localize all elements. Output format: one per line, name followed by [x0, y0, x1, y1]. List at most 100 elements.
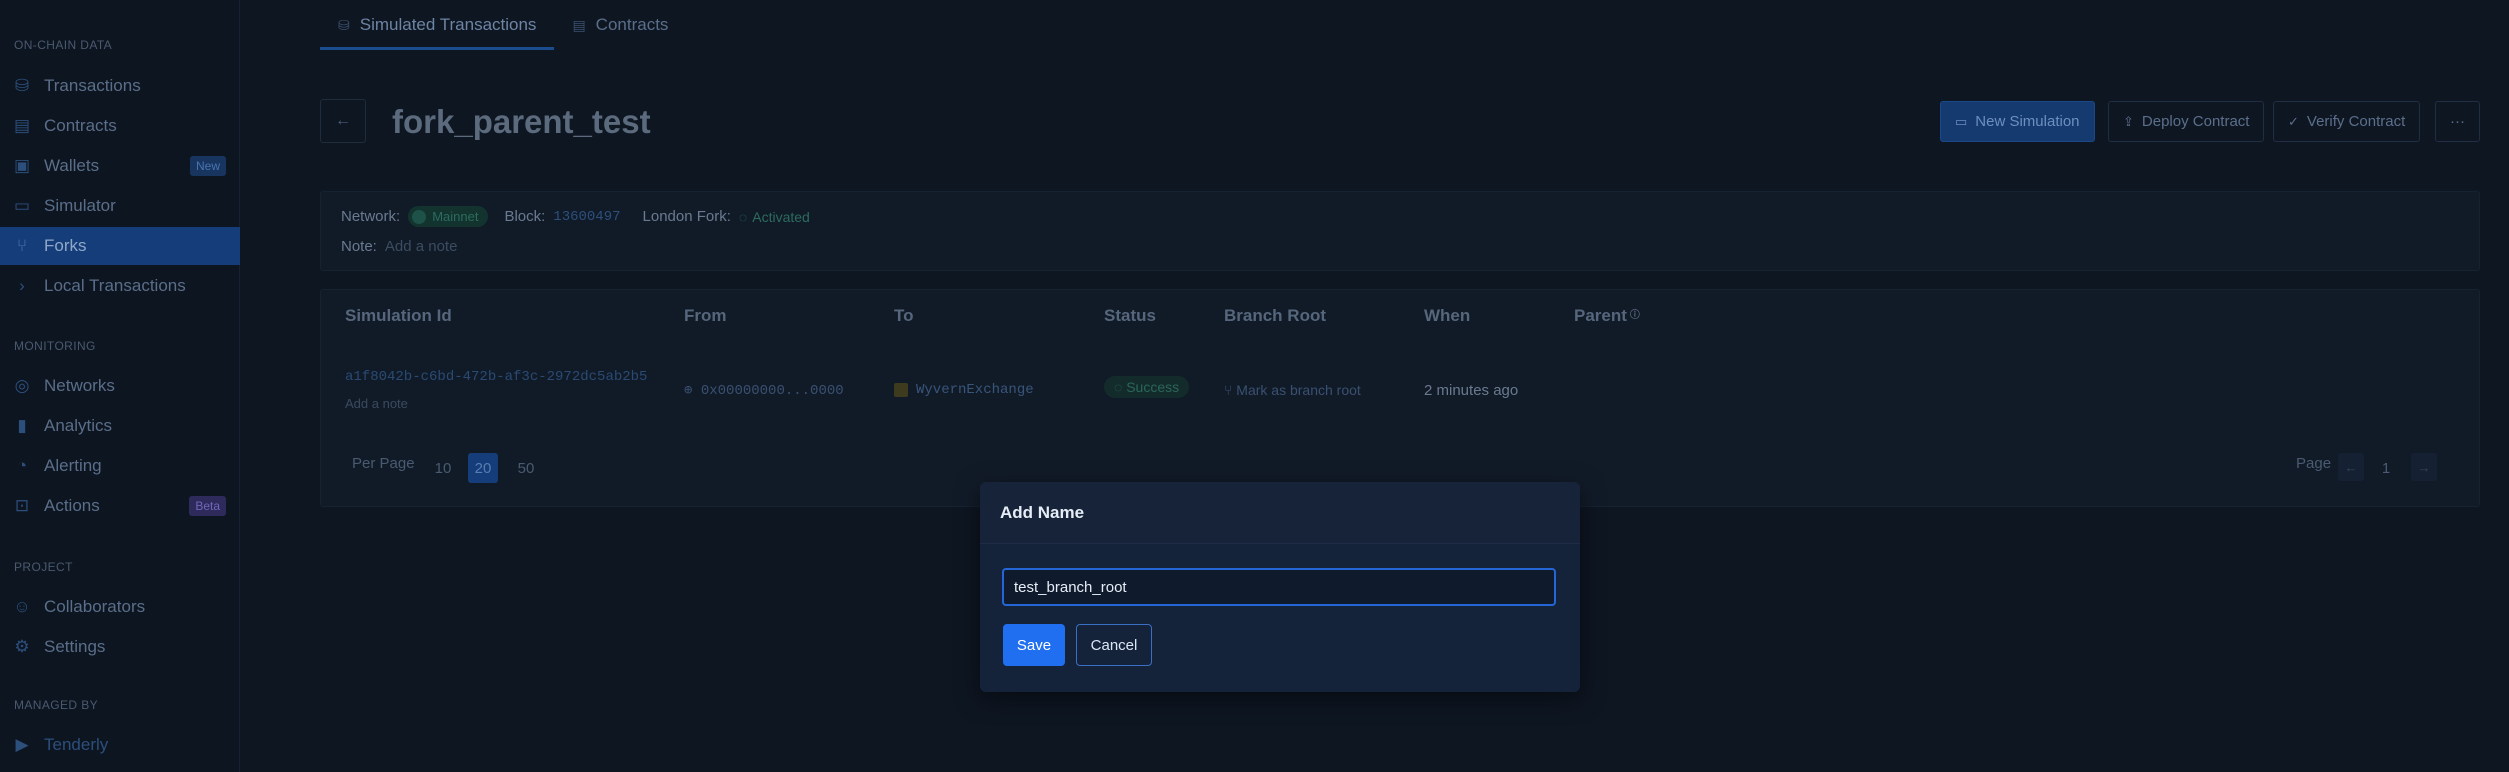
column-header-label: Parent	[1574, 306, 1627, 325]
column-header-parent: Parent ⓘ	[1574, 306, 1640, 326]
cancel-button[interactable]: Cancel	[1076, 624, 1152, 666]
contract-icon	[894, 383, 908, 397]
sidebar-item-transactions[interactable]: ⛁ Transactions	[0, 67, 240, 105]
sidebar-item-actions[interactable]: ⊡ Actions Beta	[0, 487, 240, 525]
fork-icon: ⑂	[16, 236, 28, 255]
sidebar-item-contracts[interactable]: ▤ Contracts	[0, 107, 240, 145]
tab-simulated-transactions[interactable]: ⛁ Simulated Transactions	[320, 0, 555, 50]
wallet-icon: ▣	[13, 156, 31, 175]
sidebar-item-wallets[interactable]: ▣ Wallets New	[0, 147, 240, 185]
fork-info-row: Network: Mainnet Block: 13600497 London …	[341, 206, 810, 227]
network-value: Mainnet	[432, 209, 479, 224]
arrow-left-icon: ←	[335, 112, 351, 129]
sidebar-item-simulator[interactable]: ▭ Simulator	[0, 187, 240, 225]
london-fork-label: London Fork:	[642, 208, 731, 225]
check-circle-icon: ◌	[738, 208, 748, 225]
per-page-option-20[interactable]: 20	[468, 453, 498, 483]
network-pill: Mainnet	[408, 206, 489, 227]
sidebar-item-collaborators[interactable]: ☺ Collaborators	[0, 588, 240, 626]
column-header-branch-root: Branch Root	[1224, 306, 1326, 325]
sidebar-item-label: Wallets	[44, 156, 100, 175]
sidebar-item-label: Collaborators	[44, 597, 146, 616]
block-label: Block:	[504, 208, 546, 225]
more-options-button[interactable]: ···	[2435, 101, 2480, 142]
section-managed-by: MANAGED BY	[14, 698, 99, 712]
tab-contracts[interactable]: ▤ Contracts	[554, 0, 686, 50]
add-note-link[interactable]: Add a note	[345, 396, 408, 411]
sidebar-item-settings[interactable]: ⚙ Settings	[0, 628, 240, 666]
sidebar-item-analytics[interactable]: ▮ Analytics	[0, 407, 240, 445]
tab-label: Simulated Transactions	[359, 15, 537, 34]
tenderly-logo-icon: ▶	[15, 735, 29, 754]
sidebar-item-networks[interactable]: ◎ Networks	[0, 367, 240, 405]
to-contract[interactable]: WyvernExchange	[894, 382, 1034, 398]
transactions-icon: ⛁	[14, 76, 30, 95]
simulations-table: Simulation Id From To Status Branch Root…	[320, 289, 2480, 507]
per-page-option-50[interactable]: 50	[511, 453, 541, 483]
fork-info-card: Network: Mainnet Block: 13600497 London …	[320, 191, 2480, 271]
per-page-option-10[interactable]: 10	[428, 453, 458, 483]
button-label: New Simulation	[1975, 113, 2080, 130]
back-button[interactable]: ←	[320, 99, 366, 143]
prev-page-button[interactable]: ←	[2338, 453, 2364, 481]
button-label: Verify Contract	[2306, 113, 2406, 130]
users-icon: ☺	[13, 597, 31, 616]
sidebar-item-label: Local Transactions	[44, 276, 186, 295]
document-icon: ▤	[13, 116, 31, 135]
new-simulation-button[interactable]: ▭ New Simulation	[1940, 101, 2095, 142]
tab-bar: ⛁ Simulated Transactions ▤ Contracts	[320, 0, 686, 50]
sidebar-item-tenderly[interactable]: ▶ Tenderly	[0, 726, 240, 764]
branch-icon: ⑂	[1224, 382, 1237, 398]
tab-label: Contracts	[595, 15, 669, 34]
note-row: Note: Add a note	[341, 238, 457, 255]
next-page-button[interactable]: →	[2411, 453, 2437, 481]
gear-icon: ⚙	[14, 637, 30, 656]
sidebar-item-label: Tenderly	[44, 735, 109, 754]
status-badge: ◌ Success	[1104, 376, 1190, 398]
block-value[interactable]: 13600497	[553, 209, 620, 225]
network-icon: ◎	[14, 376, 30, 395]
new-badge: New	[189, 156, 226, 176]
sidebar-item-alerting[interactable]: ◔ Alerting	[0, 447, 240, 485]
sidebar-item-label: Alerting	[44, 456, 102, 475]
bell-icon: ◔	[16, 456, 28, 475]
sidebar-item-forks[interactable]: ⑂ Forks	[0, 227, 240, 265]
modal-title: Add Name	[980, 482, 1580, 544]
mark-branch-root-button[interactable]: ⑂ Mark as branch root	[1224, 382, 1361, 398]
to-contract-value: WyvernExchange	[916, 382, 1034, 398]
when-value: 2 minutes ago	[1424, 382, 1519, 399]
deploy-contract-button[interactable]: ⇪ Deploy Contract	[2108, 101, 2265, 142]
add-name-modal: Add Name Save Cancel	[980, 482, 1580, 692]
chevron-right-icon: →	[2417, 459, 2431, 475]
button-label: Deploy Contract	[2141, 113, 2250, 130]
sidebar-item-label: Simulator	[44, 196, 116, 215]
save-button[interactable]: Save	[1003, 624, 1065, 666]
status-label: Success	[1126, 379, 1180, 395]
transactions-icon: ⛁	[338, 16, 350, 33]
monitor-icon: ▭	[13, 196, 31, 215]
verify-contract-button[interactable]: ✓ Verify Contract	[2273, 101, 2421, 142]
note-label: Note:	[341, 238, 377, 255]
from-address[interactable]: ⊕ 0x00000000...0000	[684, 382, 844, 399]
sidebar: ON-CHAIN DATA ⛁ Transactions ▤ Contracts…	[0, 0, 240, 772]
section-onchain-data: ON-CHAIN DATA	[14, 38, 113, 52]
check-circle-icon: ◌	[1114, 379, 1127, 395]
column-header-when: When	[1424, 306, 1471, 325]
network-label: Network:	[341, 208, 401, 225]
address-icon: ⊕	[684, 383, 701, 399]
name-input[interactable]	[1002, 568, 1556, 606]
sidebar-item-label: Transactions	[44, 76, 141, 95]
monitor-icon: ▭	[1955, 113, 1968, 129]
per-page-label: Per Page	[352, 455, 415, 472]
add-note-link[interactable]: Add a note	[385, 238, 458, 255]
beta-badge: Beta	[189, 496, 226, 516]
sidebar-item-label: Forks	[44, 236, 87, 255]
london-fork-value: Activated	[752, 208, 810, 225]
sidebar-item-label: Contracts	[44, 116, 117, 135]
document-icon: ▤	[572, 16, 586, 33]
current-page: 1	[2381, 459, 2391, 477]
check-circle-icon: ✓	[2288, 113, 2299, 129]
simulation-id-link[interactable]: a1f8042b-c6bd-472b-af3c-2972dc5ab2b5	[345, 369, 647, 385]
sidebar-item-label: Settings	[44, 637, 106, 656]
sidebar-item-local-transactions[interactable]: › Local Transactions	[0, 267, 240, 305]
